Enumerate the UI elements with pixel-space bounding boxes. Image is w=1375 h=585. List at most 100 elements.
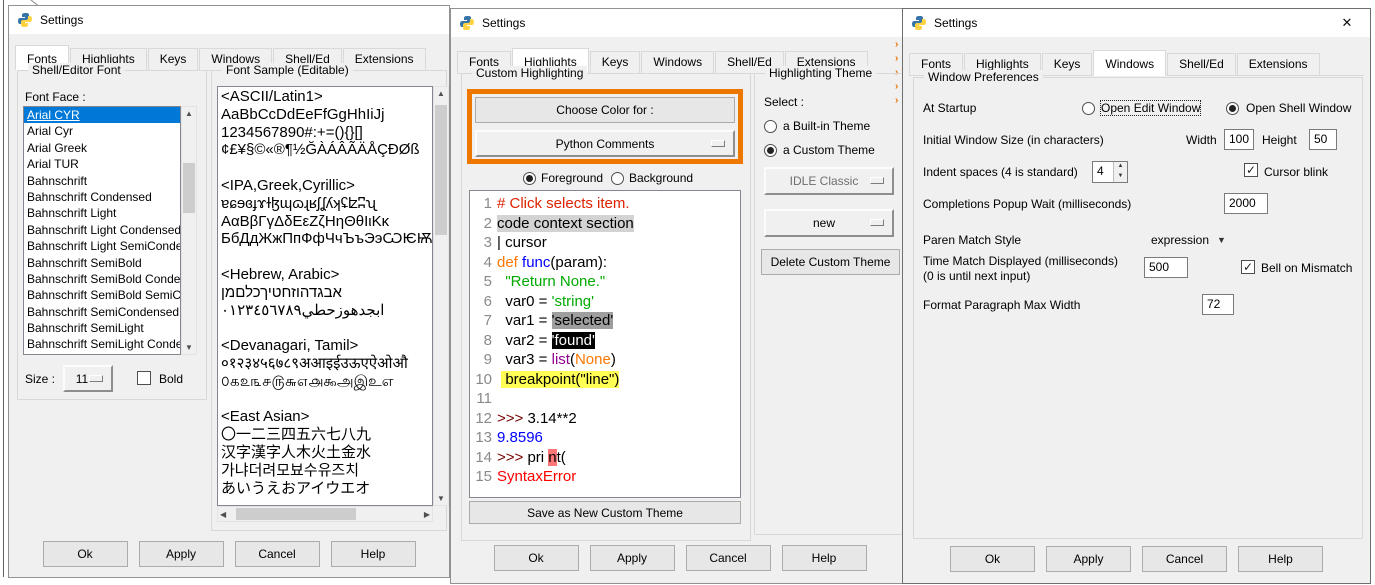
font-list-item[interactable]: Bahnschrift SemiLight: [24, 320, 180, 336]
cancel-button[interactable]: Cancel: [235, 541, 320, 567]
indent-spaces-label: Indent spaces (4 is standard): [923, 165, 1078, 179]
sample-h-scrollbar[interactable]: ◀ ▶: [217, 506, 433, 522]
tab-windows[interactable]: Windows: [1093, 50, 1166, 76]
paren-match-value[interactable]: expression: [1151, 233, 1209, 247]
custom-theme-dropdown[interactable]: new: [764, 209, 894, 237]
font-list-item[interactable]: Bahnschrift SemiLight Conde: [24, 336, 180, 352]
width-input[interactable]: 100: [1224, 129, 1254, 150]
font-sample-line: [221, 159, 432, 177]
save-custom-theme-button[interactable]: Save as New Custom Theme: [469, 501, 741, 524]
font-list-item[interactable]: Bahnschrift SemiBold Conder: [24, 271, 180, 287]
line-number: 1: [472, 194, 492, 214]
scrollbar-thumb[interactable]: [183, 163, 195, 213]
font-sample-textarea[interactable]: <ASCII/Latin1>AaBbCcDdEeFfGgHhIiJj123456…: [217, 86, 433, 506]
highlight-target-dropdown[interactable]: Python Comments: [475, 130, 735, 157]
code-text: var1 = 'selected': [497, 311, 613, 331]
scroll-right-icon[interactable]: ▶: [424, 510, 430, 519]
cancel-button[interactable]: Cancel: [686, 545, 771, 571]
tab-extensions[interactable]: Extensions: [1237, 53, 1320, 75]
scroll-up-icon[interactable]: ▲: [182, 109, 196, 118]
ok-button[interactable]: Ok: [950, 546, 1035, 572]
open-edit-window-label[interactable]: Open Edit Window: [1101, 101, 1200, 115]
group-label: Shell/Editor Font: [28, 63, 125, 77]
scroll-up-icon[interactable]: ▲: [434, 89, 448, 98]
background-radio[interactable]: [611, 172, 624, 185]
font-sample-line: AaBbCcDdEeFfGgHhIiJj: [221, 106, 432, 124]
close-button[interactable]: ✕: [1332, 11, 1362, 35]
font-list-item[interactable]: Arial Greek: [24, 140, 180, 156]
chevron-down-icon[interactable]: ▼: [1217, 235, 1226, 245]
apply-button[interactable]: Apply: [590, 545, 675, 571]
font-face-listbox[interactable]: Arial CYRArial CyrArial GreekArial TURBa…: [23, 106, 181, 355]
scroll-down-icon[interactable]: ▼: [434, 494, 448, 503]
code-text: 9.8596: [497, 428, 543, 448]
completions-wait-input[interactable]: 2000: [1224, 193, 1268, 214]
time-match-input[interactable]: 500: [1144, 257, 1188, 278]
sample-v-scrollbar[interactable]: ▲ ▼: [433, 86, 449, 506]
apply-button[interactable]: Apply: [1046, 546, 1131, 572]
spinner-up-icon[interactable]: ▲: [1113, 162, 1127, 172]
width-label: Width: [1186, 133, 1217, 147]
ok-button[interactable]: Ok: [43, 541, 128, 567]
foreground-radio[interactable]: [523, 172, 536, 185]
cursor-blink-checkbox[interactable]: ✓: [1244, 163, 1258, 177]
open-edit-window-radio[interactable]: [1082, 102, 1095, 115]
height-input[interactable]: 50: [1309, 129, 1337, 150]
settings-window-fonts: Settings FontsHighlightsKeysWindowsShell…: [8, 5, 450, 578]
titlebar: Settings: [903, 9, 1370, 37]
indent-spinner[interactable]: 4 ▲ ▼: [1092, 161, 1128, 183]
builtin-theme-radio[interactable]: [764, 120, 777, 133]
python-icon: [17, 12, 33, 28]
open-shell-window-radio[interactable]: [1226, 102, 1239, 115]
window-title: Settings: [934, 16, 977, 30]
custom-theme-radio[interactable]: [764, 144, 777, 157]
size-dropdown[interactable]: 11: [63, 365, 113, 392]
code-text: | cursor: [497, 233, 547, 253]
height-label: Height: [1262, 133, 1297, 147]
font-list-item[interactable]: Arial Cyr: [24, 123, 180, 139]
code-line: 10 breakpoint("line"): [472, 370, 740, 390]
tab-keys[interactable]: Keys: [1042, 53, 1093, 75]
choose-color-button[interactable]: Choose Color for :: [475, 97, 735, 123]
line-number: 6: [472, 292, 492, 312]
bold-checkbox[interactable]: [137, 371, 151, 385]
delete-custom-theme-button[interactable]: Delete Custom Theme: [761, 249, 900, 275]
font-list-item[interactable]: Bahnschrift SemiBold: [24, 255, 180, 271]
font-list-item[interactable]: Bahnschrift SemiBold SemiCo: [24, 287, 180, 303]
custom-theme-label: a Custom Theme: [783, 143, 875, 157]
tab-keys[interactable]: Keys: [148, 48, 199, 70]
highlight-sample[interactable]: 1# Click selects item.2code context sect…: [469, 190, 741, 498]
builtin-theme-dropdown[interactable]: IDLE Classic: [764, 167, 894, 195]
action-buttons: Ok Apply Cancel Help: [9, 541, 449, 567]
tab-shell-ed[interactable]: Shell/Ed: [1167, 53, 1236, 75]
font-list-item[interactable]: Arial TUR: [24, 156, 180, 172]
scrollbar-thumb[interactable]: [236, 508, 356, 520]
help-button[interactable]: Help: [331, 541, 416, 567]
font-list-scrollbar[interactable]: ▲ ▼: [181, 106, 197, 355]
bell-on-mismatch-checkbox[interactable]: ✓: [1241, 260, 1255, 274]
format-paragraph-input[interactable]: 72: [1202, 294, 1234, 315]
font-list-item[interactable]: Arial CYR: [24, 107, 180, 123]
spinner-down-icon[interactable]: ▼: [1113, 172, 1127, 182]
tab-windows[interactable]: Windows: [641, 51, 714, 73]
tab-extensions[interactable]: Extensions: [343, 48, 426, 70]
font-list-item[interactable]: Bahnschrift Condensed: [24, 189, 180, 205]
code-text: var0 = 'string': [497, 292, 594, 312]
font-list-item[interactable]: Bahnschrift Light: [24, 205, 180, 221]
scroll-left-icon[interactable]: ◀: [220, 510, 226, 519]
scroll-down-icon[interactable]: ▼: [182, 343, 196, 352]
font-list-item[interactable]: Bahnschrift Light Condensed: [24, 222, 180, 238]
scrollbar-thumb[interactable]: [435, 105, 447, 235]
font-list-item[interactable]: Bahnschrift: [24, 173, 180, 189]
font-list-item[interactable]: Bahnschrift SemiCondensed: [24, 304, 180, 320]
help-button[interactable]: Help: [782, 545, 867, 571]
font-sample-line: ابجدهوزحطي٠١٢٣٤٥٦٧٨٩: [221, 302, 432, 320]
group-label: Custom Highlighting: [472, 66, 587, 80]
cancel-button[interactable]: Cancel: [1142, 546, 1227, 572]
apply-button[interactable]: Apply: [139, 541, 224, 567]
tab-keys[interactable]: Keys: [590, 51, 641, 73]
help-button[interactable]: Help: [1238, 546, 1323, 572]
code-text: # Click selects item.: [497, 194, 630, 214]
font-list-item[interactable]: Bahnschrift Light SemiConde: [24, 238, 180, 254]
ok-button[interactable]: Ok: [494, 545, 579, 571]
